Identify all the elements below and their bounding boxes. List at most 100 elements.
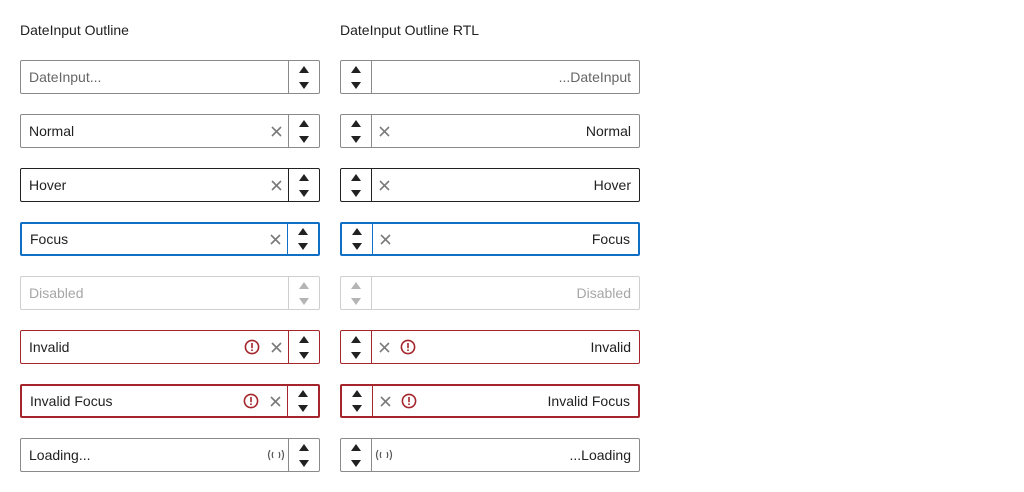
exclamation-circle-icon (396, 331, 420, 363)
increase-button[interactable] (289, 61, 319, 77)
decrease-button[interactable] (342, 239, 372, 254)
dateinput-invalid: Invalid (340, 330, 640, 364)
caret-up-icon (351, 173, 361, 181)
decrease-button[interactable] (341, 131, 371, 147)
decrease-button[interactable] (288, 239, 318, 254)
clear-x-icon[interactable] (264, 115, 288, 147)
clear-x-icon[interactable] (372, 169, 396, 201)
spinner-buttons (288, 331, 319, 363)
column-heading: DateInput Outline RTL (340, 22, 480, 38)
caret-up-icon (351, 335, 361, 343)
increase-button[interactable] (341, 61, 371, 77)
caret-down-icon (298, 243, 308, 250)
caret-up-icon (351, 281, 361, 289)
input-value: Loading... (29, 447, 91, 463)
decrease-button[interactable] (341, 455, 371, 471)
date-input-text[interactable]: Invalid (420, 331, 639, 363)
caret-down-icon (351, 459, 361, 467)
clear-x-icon[interactable] (373, 224, 397, 254)
increase-button[interactable] (342, 386, 372, 401)
date-input-text[interactable]: Hover (396, 169, 639, 201)
date-input-text[interactable]: DateInput... (21, 61, 288, 93)
increase-button[interactable] (341, 115, 371, 131)
decrease-button[interactable] (289, 455, 319, 471)
clear-x-icon[interactable] (264, 169, 288, 201)
increase-button[interactable] (289, 439, 319, 455)
spinner-buttons (341, 115, 372, 147)
caret-up-icon (299, 119, 309, 127)
dateinput-disabled: Disabled (340, 276, 640, 310)
date-input-text[interactable]: Invalid Focus (22, 386, 239, 416)
decrease-button[interactable] (289, 77, 319, 93)
caret-down-icon (299, 459, 309, 467)
increase-button[interactable] (341, 331, 371, 347)
increase-button[interactable] (342, 224, 372, 239)
input-value: Disabled (576, 285, 631, 301)
spinner-buttons (341, 61, 372, 93)
input-value: Disabled (29, 285, 84, 301)
loading-spinner-icon (372, 439, 396, 471)
column-heading: DateInput Outline (20, 22, 129, 38)
dateinput-hover: Hover (20, 168, 320, 202)
decrease-button[interactable] (289, 185, 319, 201)
spinner-buttons (288, 115, 319, 147)
spinner-buttons (288, 61, 319, 93)
input-value: Normal (29, 123, 75, 139)
input-value: Normal (585, 123, 631, 139)
caret-up-icon (351, 65, 361, 73)
date-input-text[interactable]: Normal (396, 115, 639, 147)
clear-x-icon[interactable] (263, 386, 287, 416)
increase-button[interactable] (288, 224, 318, 239)
caret-up-icon (351, 119, 361, 127)
increase-button (289, 277, 319, 293)
clear-x-icon[interactable] (263, 224, 287, 254)
date-input-text[interactable]: Invalid Focus (421, 386, 638, 416)
caret-up-icon (299, 335, 309, 343)
clear-x-icon[interactable] (372, 331, 396, 363)
input-value: Hover (593, 177, 631, 193)
increase-button[interactable] (289, 331, 319, 347)
exclamation-circle-icon (240, 331, 264, 363)
clear-x-icon[interactable] (373, 386, 397, 416)
date-input-text[interactable]: Loading... (21, 439, 264, 471)
caret-down-icon (299, 135, 309, 143)
date-input-text[interactable]: Focus (397, 224, 638, 254)
date-input-text[interactable]: Focus (22, 224, 263, 254)
date-input-text[interactable]: ...Loading (396, 439, 639, 471)
input-value: Hover (29, 177, 67, 193)
caret-down-icon (351, 297, 361, 305)
clear-x-icon[interactable] (372, 115, 396, 147)
decrease-button[interactable] (289, 347, 319, 363)
decrease-button[interactable] (341, 77, 371, 93)
spinner-buttons (288, 277, 319, 309)
spinner-buttons (342, 224, 373, 254)
date-input-text[interactable]: Invalid (21, 331, 240, 363)
caret-up-icon (351, 443, 361, 451)
dateinput-loading: Loading... (20, 438, 320, 472)
date-input-text[interactable]: Normal (21, 115, 264, 147)
increase-button[interactable] (288, 386, 318, 401)
increase-button[interactable] (341, 439, 371, 455)
caret-up-icon (299, 173, 309, 181)
decrease-button[interactable] (289, 131, 319, 147)
loading-spinner-icon (264, 439, 288, 471)
caret-up-icon (352, 228, 362, 235)
increase-button[interactable] (289, 169, 319, 185)
date-input-text[interactable]: ...DateInput (372, 61, 639, 93)
increase-button[interactable] (289, 115, 319, 131)
decrease-button[interactable] (342, 401, 372, 416)
date-input-text[interactable]: Hover (21, 169, 264, 201)
caret-down-icon (299, 189, 309, 197)
input-value: Invalid Focus (547, 393, 630, 409)
input-value: Invalid Focus (30, 393, 113, 409)
dateinput-hover: Hover (340, 168, 640, 202)
spinner-buttons (341, 331, 372, 363)
dateinput-invalid: Invalid (20, 330, 320, 364)
decrease-button[interactable] (341, 347, 371, 363)
caret-down-icon (351, 81, 361, 89)
decrease-button[interactable] (341, 185, 371, 201)
clear-x-icon[interactable] (264, 331, 288, 363)
decrease-button[interactable] (288, 401, 318, 416)
caret-up-icon (298, 390, 308, 397)
increase-button[interactable] (341, 169, 371, 185)
